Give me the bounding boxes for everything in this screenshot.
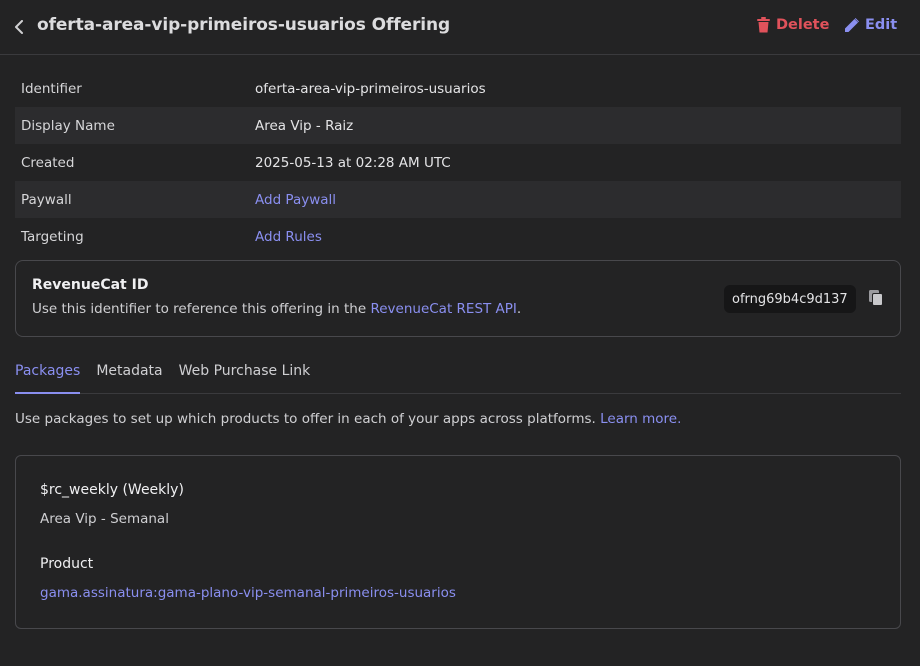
detail-value: 2025-05-13 at 02:28 AM UTC	[255, 154, 451, 171]
page-title: oferta-area-vip-primeiros-usuarios Offer…	[37, 15, 451, 35]
packages-description-text: Use packages to set up which products to…	[15, 411, 601, 427]
copy-button[interactable]	[868, 290, 886, 308]
detail-label: Identifier	[21, 80, 82, 97]
revenuecat-id-description: Use this identifier to reference this of…	[32, 301, 521, 317]
packages-description: Use packages to set up which products to…	[15, 411, 681, 427]
detail-label: Display Name	[21, 117, 115, 134]
pencil-icon	[845, 18, 859, 32]
page-header: oferta-area-vip-primeiros-usuarios Offer…	[0, 0, 920, 55]
delete-button[interactable]: Delete	[757, 17, 829, 33]
tab-packages[interactable]: Packages	[15, 356, 81, 394]
trash-icon	[757, 17, 770, 33]
back-button[interactable]	[10, 17, 28, 37]
revenuecat-id-card: RevenueCat ID Use this identifier to ref…	[15, 260, 901, 337]
description-text: Use this identifier to reference this of…	[32, 301, 371, 317]
product-link[interactable]: gama.assinatura:gama-plano-vip-semanal-p…	[40, 585, 456, 601]
copy-icon	[869, 290, 883, 306]
detail-row-identifier: Identifier oferta-area-vip-primeiros-usu…	[15, 70, 901, 107]
product-label: Product	[40, 556, 94, 572]
offering-tabs: Packages Metadata Web Purchase Link	[15, 356, 901, 394]
detail-value: Area Vip - Raiz	[255, 117, 354, 134]
revenuecat-id-value: ofrng69b4c9d137	[724, 285, 856, 313]
package-card[interactable]: $rc_weekly (Weekly) Area Vip - Semanal P…	[15, 455, 901, 629]
offering-details: Identifier oferta-area-vip-primeiros-usu…	[15, 70, 901, 255]
detail-row-targeting: Targeting Add Rules	[15, 218, 901, 255]
learn-more-link[interactable]: Learn more.	[600, 411, 681, 427]
add-rules-link[interactable]: Add Rules	[255, 229, 322, 245]
revenuecat-id-title: RevenueCat ID	[32, 277, 149, 293]
detail-label: Targeting	[21, 228, 84, 245]
detail-row-created: Created 2025-05-13 at 02:28 AM UTC	[15, 144, 901, 181]
chevron-left-icon	[15, 20, 23, 34]
add-paywall-link[interactable]: Add Paywall	[255, 192, 336, 208]
tab-metadata[interactable]: Metadata	[96, 356, 162, 394]
detail-value: oferta-area-vip-primeiros-usuarios	[255, 80, 486, 97]
delete-label: Delete	[776, 17, 830, 33]
description-suffix: .	[516, 301, 522, 317]
package-display-name: Area Vip - Semanal	[40, 511, 169, 527]
detail-row-paywall: Paywall Add Paywall	[15, 181, 901, 218]
edit-label: Edit	[865, 17, 898, 33]
rest-api-link[interactable]: RevenueCat REST API	[370, 301, 516, 317]
detail-label: Created	[21, 154, 75, 171]
package-identifier: $rc_weekly (Weekly)	[40, 482, 184, 498]
tab-web-purchase-link[interactable]: Web Purchase Link	[179, 356, 311, 394]
edit-button[interactable]: Edit	[845, 17, 897, 33]
detail-label: Paywall	[21, 191, 72, 208]
detail-row-display-name: Display Name Area Vip - Raiz	[15, 107, 901, 144]
